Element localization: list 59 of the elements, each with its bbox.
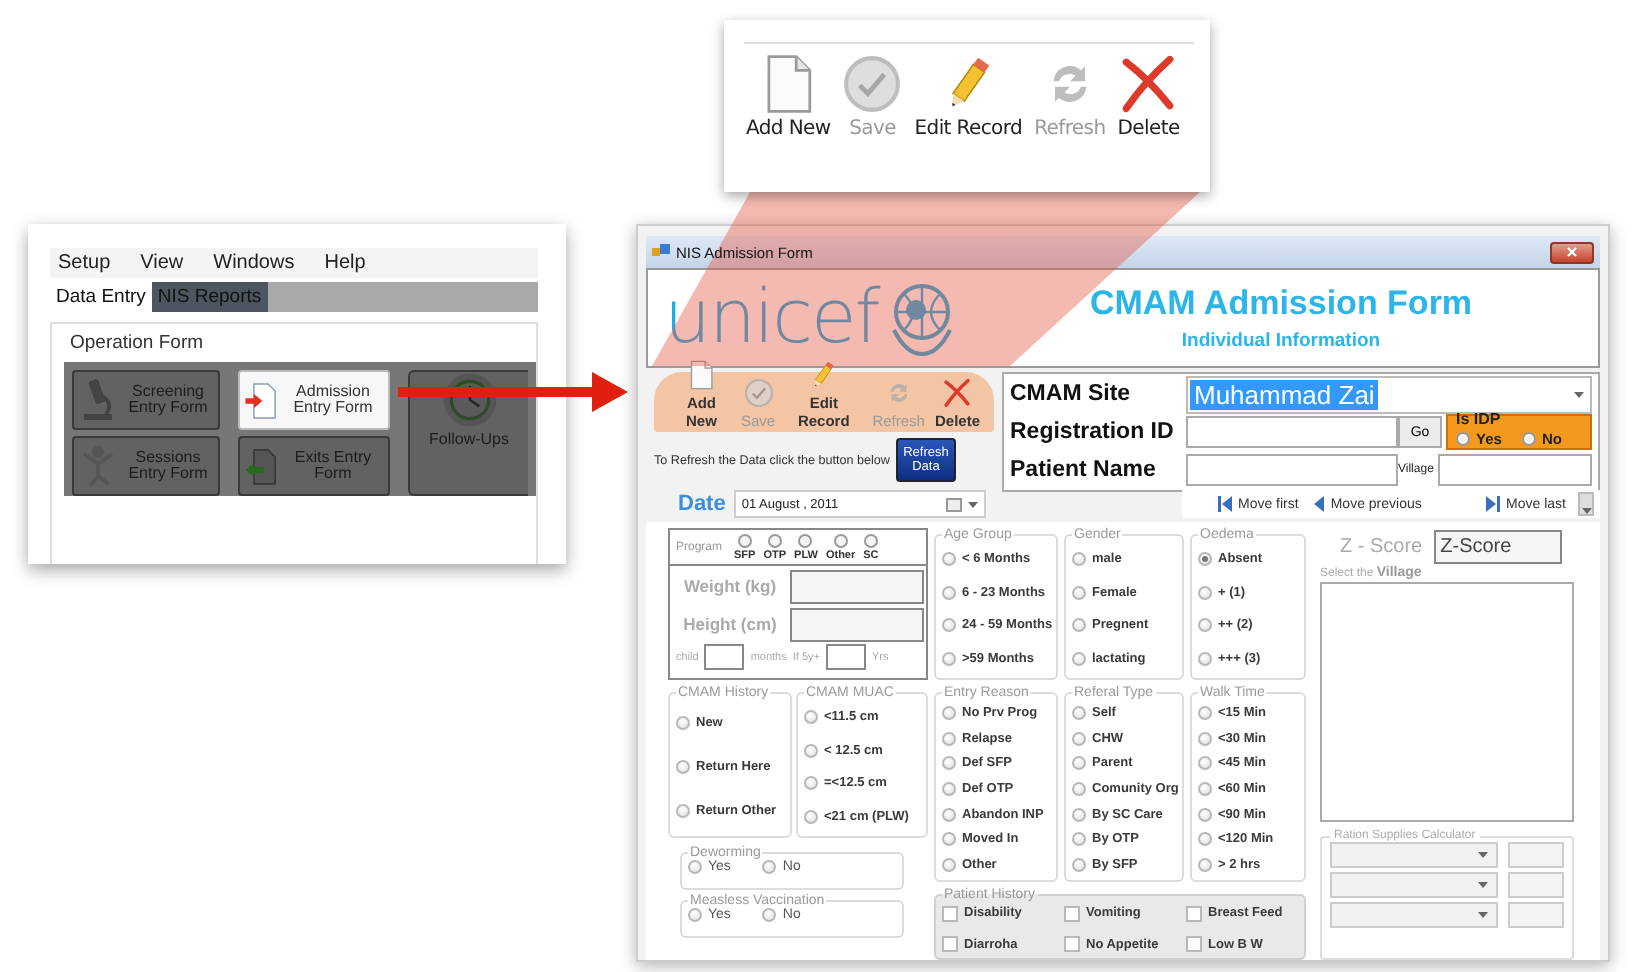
dropdown-field[interactable] <box>1330 842 1498 868</box>
menu-item[interactable]: Help <box>324 252 366 274</box>
first-record-icon <box>1218 496 1232 512</box>
checkmark-icon <box>743 378 774 408</box>
toolbar-button[interactable]: Delete <box>1115 54 1182 140</box>
clock-icon <box>441 372 497 428</box>
toolbar-button[interactable]: Add New <box>744 54 833 140</box>
field-label: Z - Score <box>1340 535 1423 557</box>
previous-icon <box>1314 496 1325 512</box>
input-field[interactable] <box>1186 416 1398 448</box>
input-field[interactable] <box>704 644 745 670</box>
dropdown-arrow-icon <box>967 501 978 507</box>
close-icon <box>1118 54 1179 114</box>
field-label: Patient Name <box>1010 458 1158 482</box>
toolbar-button[interactable]: Edit Record <box>912 54 1025 140</box>
form-button[interactable]: Admission Entry Form <box>238 370 390 430</box>
logo-text: unicef <box>664 278 879 358</box>
z-score-field[interactable]: Z-Score <box>1434 529 1563 563</box>
village-list[interactable] <box>1320 582 1574 822</box>
dropdown-field[interactable] <box>1330 902 1498 928</box>
close-button[interactable] <box>1550 241 1594 263</box>
close-icon <box>1566 246 1578 258</box>
input-field[interactable] <box>790 569 924 603</box>
input-field[interactable] <box>1508 902 1564 928</box>
input-field[interactable] <box>825 644 866 670</box>
field-label: Height (cm) <box>681 614 779 634</box>
input-field[interactable] <box>1508 842 1564 868</box>
dropdown-arrow-icon <box>1478 912 1488 918</box>
document-arrow-icon <box>244 381 278 419</box>
calendar-icon <box>945 497 962 511</box>
checkmark-icon <box>842 54 903 114</box>
form-heading: CMAM Admission Form <box>1089 284 1473 324</box>
field-label: Weight (kg) <box>681 576 779 596</box>
field-label: CMAM Site <box>1010 382 1133 406</box>
input-field[interactable] <box>1437 454 1592 486</box>
dropdown-field[interactable] <box>1330 872 1498 898</box>
menu-item[interactable]: Windows <box>213 252 295 274</box>
input-field[interactable] <box>1186 454 1398 486</box>
field-label: Date <box>678 492 726 516</box>
last-record-icon <box>1486 496 1501 512</box>
dropdown-arrow-icon <box>1574 391 1584 397</box>
group-title: Is IDP <box>1456 410 1501 428</box>
figure-icon <box>78 442 118 490</box>
close-icon <box>942 378 973 408</box>
form-subheading: Individual Information <box>1181 330 1381 352</box>
dropdown-arrow-icon <box>1478 882 1488 888</box>
menu-item[interactable]: Setup <box>58 252 111 274</box>
document-arrow-icon <box>244 447 278 485</box>
input-field[interactable] <box>1508 872 1564 898</box>
input-field[interactable] <box>790 607 924 641</box>
field-label: Registration ID <box>1010 420 1176 444</box>
tab[interactable]: Data Entry <box>50 282 152 312</box>
scroll-button[interactable] <box>1578 492 1594 516</box>
dropdown-arrow-icon <box>1478 852 1488 858</box>
microscope-icon <box>78 376 118 424</box>
selected-text: Muhammad Zai <box>1190 379 1379 409</box>
app-icon <box>652 244 670 260</box>
menu-item[interactable]: View <box>140 252 184 274</box>
dropdown-arrow-icon <box>1581 508 1591 514</box>
